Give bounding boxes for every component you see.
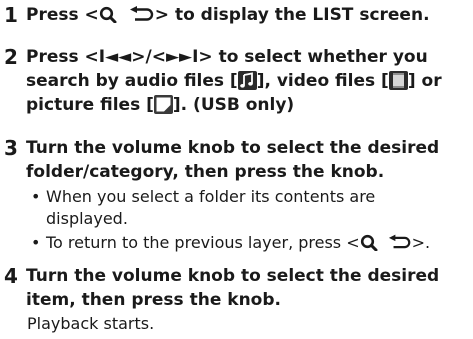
step-2-line-2-post: ] or: [407, 71, 442, 91]
step-2-line-1: Press <I◄◄>/<►►I> to select whether you: [26, 47, 428, 67]
back-arrow-icon: [388, 234, 412, 257]
step-4-line-2: item, then press the knob.: [26, 290, 281, 310]
step-4-result: Playback starts.: [27, 314, 155, 333]
step-4-line-1: Turn the volume knob to select the desir…: [26, 266, 440, 286]
step-3-bullet-2-pre: To return to the previous layer, press <: [46, 233, 360, 252]
step-1-text-post: > to display the LIST screen.: [154, 5, 430, 25]
step-2-line-2-pre: search by audio files [: [26, 71, 238, 91]
step-3-bullet-2-post: >.: [411, 233, 431, 252]
step-2-line-3-post: ]. (USB only): [172, 95, 295, 115]
picture-file-icon: [153, 95, 173, 114]
step-number: 3: [4, 136, 18, 160]
step-3-bullet-1-line-2: displayed.: [46, 209, 128, 228]
step-number: 2: [4, 45, 18, 69]
bullet-marker: •: [31, 233, 41, 252]
step-number: 4: [4, 264, 18, 288]
music-note-icon: [237, 71, 257, 90]
step-2-line-3-pre: picture files [: [26, 95, 154, 115]
step-2-line-2: search by audio files [ ], video files []…: [26, 69, 442, 93]
step-3-line-1: Turn the volume knob to select the desir…: [26, 138, 440, 158]
search-icon: [99, 6, 119, 30]
bullet-marker: •: [31, 187, 41, 206]
search-icon: [360, 234, 380, 257]
step-2-line-3: picture files [ ]. (USB only): [26, 93, 294, 117]
step-3-bullet-2: To return to the previous layer, press <…: [46, 232, 430, 257]
video-file-icon: [388, 71, 408, 90]
step-1-text: Press < > to display the LIST screen.: [26, 3, 430, 30]
step-number: 1: [4, 3, 18, 27]
step-2-line-2-mid: ], video files [: [256, 71, 389, 91]
back-arrow-icon: [129, 6, 155, 30]
step-3-line-2: folder/category, then press the knob.: [26, 162, 385, 182]
step-1-text-pre: Press <: [26, 5, 99, 25]
step-3-bullet-1-line-1: When you select a folder its contents ar…: [46, 187, 376, 206]
